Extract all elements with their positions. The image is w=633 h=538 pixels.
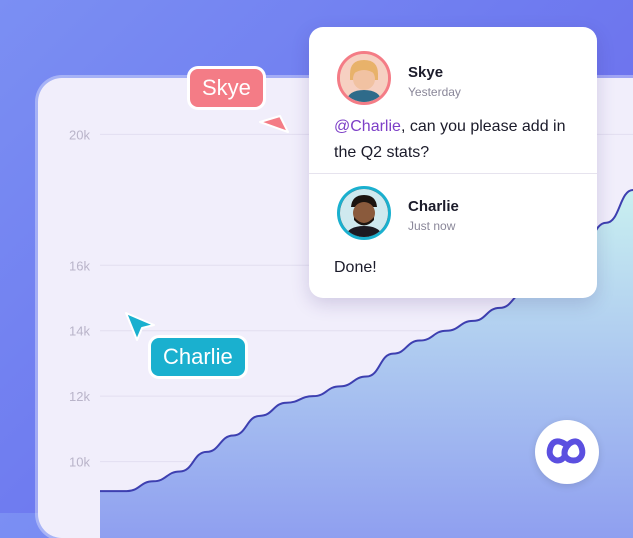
comment-timestamp: Yesterday [408, 85, 461, 99]
charlie-cursor-icon [125, 312, 155, 341]
brand-logo[interactable] [535, 420, 599, 484]
comment-charlie: Charlie Just now Done! [309, 174, 597, 298]
comment-thread-card: Skye Yesterday @Charlie, can you please … [309, 27, 597, 298]
y-tick-label: 12k [69, 389, 90, 404]
y-tick-label: 10k [69, 455, 90, 470]
comment-author: Charlie [408, 198, 459, 215]
y-tick-label: 14k [69, 324, 90, 339]
comment-timestamp: Just now [408, 219, 456, 233]
skye-avatar-icon [340, 54, 388, 102]
comment-text: Done! [334, 259, 377, 276]
mention-link[interactable]: @Charlie [334, 118, 401, 135]
y-tick-label: 16k [69, 258, 90, 273]
y-tick-label: 20k [69, 127, 90, 142]
infinity-co-logo-icon [546, 438, 586, 464]
charlie-cursor-tag: Charlie [151, 338, 245, 376]
avatar [337, 186, 391, 240]
skye-cursor-tag: Skye [190, 69, 263, 107]
comment-text: @Charlie, can you please add in the Q2 s… [334, 114, 584, 166]
avatar [337, 51, 391, 105]
skye-cursor-icon [259, 115, 289, 133]
charlie-avatar-icon [340, 189, 388, 237]
comment-skye: Skye Yesterday @Charlie, can you please … [309, 27, 597, 173]
comment-author: Skye [408, 64, 444, 81]
